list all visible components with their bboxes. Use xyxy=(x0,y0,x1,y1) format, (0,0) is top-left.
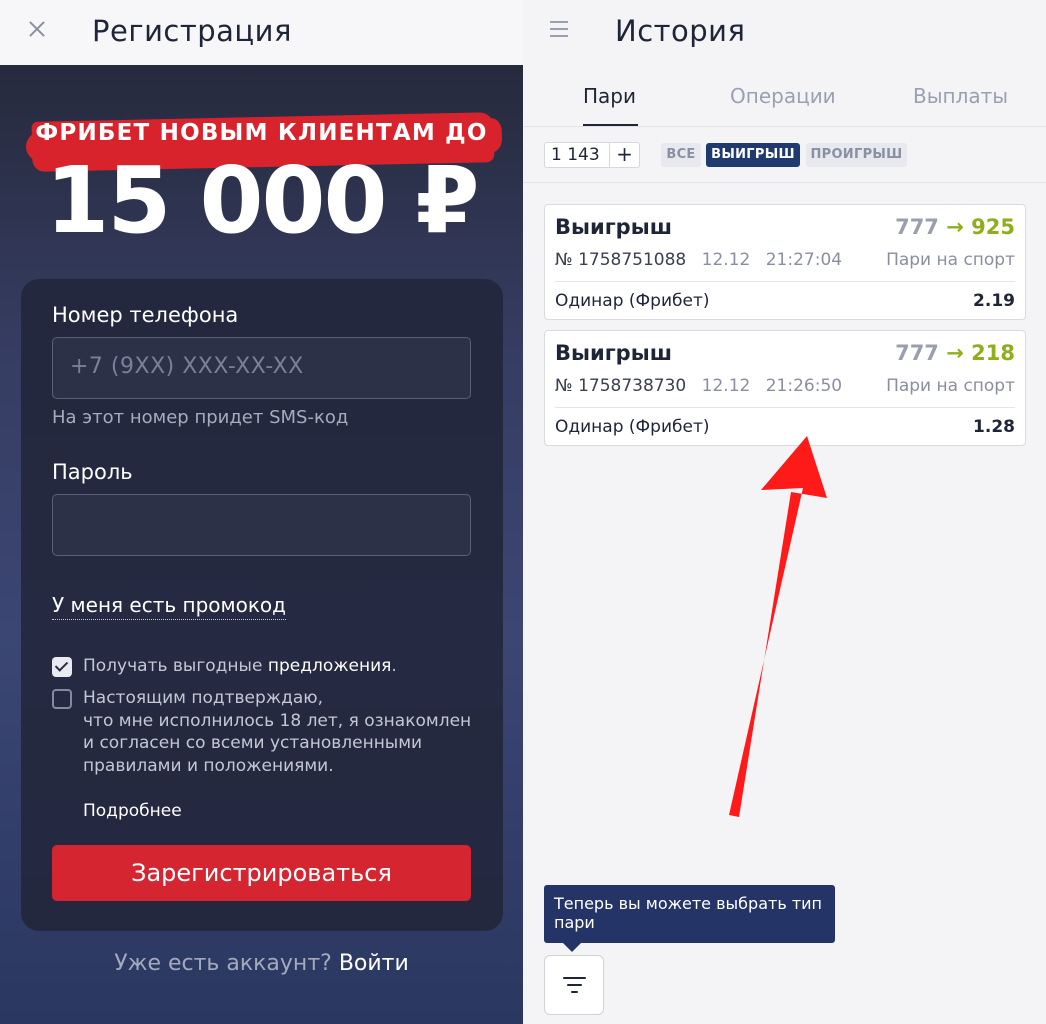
bet-counter: 1 143 + xyxy=(544,142,640,168)
register-button[interactable]: Зарегистрироваться xyxy=(52,845,471,901)
bet-date: 12.12 xyxy=(701,376,751,396)
filter-icon[interactable] xyxy=(544,955,604,1015)
history-panel: История Пари Операции Выплаты 1 143 + ВС… xyxy=(523,0,1046,1024)
bet-payout: 925 xyxy=(971,215,1015,239)
filter-chip-loss[interactable]: ПРОИГРЫШ xyxy=(806,143,907,167)
bet-payout: 218 xyxy=(971,341,1015,365)
app-root: Регистрация ФРИБЕТ НОВЫМ КЛИЕНТАМ ДО 15 … xyxy=(0,0,1046,1024)
hamburger-menu-icon[interactable] xyxy=(550,21,568,37)
password-input[interactable] xyxy=(52,494,471,556)
page-title: История xyxy=(615,14,746,48)
phone-label: Номер телефона xyxy=(52,303,239,327)
bet-stake: 777 xyxy=(895,341,939,365)
divider xyxy=(523,182,1046,183)
plus-button[interactable]: + xyxy=(609,143,640,167)
card-divider xyxy=(555,281,1015,282)
offers-checkbox[interactable] xyxy=(52,657,72,677)
filter-chip-all[interactable]: ВСЕ xyxy=(661,143,701,167)
promo-banner: ФРИБЕТ НОВЫМ КЛИЕНТАМ ДО 15 000 ₽ Номер … xyxy=(0,65,523,1024)
age-confirm-line: правилами и положениями. xyxy=(83,755,334,776)
bet-card[interactable]: Выигрыш 777 → 218 № 1758738730 12.12 21:… xyxy=(544,330,1026,446)
password-label: Пароль xyxy=(52,460,133,484)
bet-meta: № 1758738730 12.12 21:26:50 xyxy=(555,376,842,396)
bet-date: 12.12 xyxy=(701,250,751,270)
bet-card[interactable]: Выигрыш 777 → 925 № 1758751088 12.12 21:… xyxy=(544,204,1026,320)
bet-status: Выигрыш xyxy=(555,341,673,365)
registration-form: Номер телефона +7 (9XX) XXX-XX-XX На это… xyxy=(21,279,503,931)
login-prompt: Уже есть аккаунт? Войти xyxy=(0,951,523,976)
bet-coefficient: 1.28 xyxy=(973,417,1015,437)
promocode-link[interactable]: У меня есть промокод xyxy=(52,593,286,620)
feature-tooltip: Теперь вы можете выбрать тип пари xyxy=(544,885,835,952)
offers-text-suffix: . xyxy=(391,656,397,676)
arrow-right-icon: → xyxy=(946,215,964,239)
promo-headline: ФРИБЕТ НОВЫМ КЛИЕНТАМ ДО xyxy=(35,120,488,146)
phone-input[interactable]: +7 (9XX) XXX-XX-XX xyxy=(52,337,471,399)
filter-chip-win[interactable]: ВЫИГРЫШ xyxy=(706,143,800,167)
bet-time: 21:26:50 xyxy=(765,376,843,396)
promo-amount: 15 000 ₽ xyxy=(45,147,479,254)
age-confirm-line: что мне исполнилось 18 лет, я ознакомлен xyxy=(83,710,472,731)
bet-number: № 1758738730 xyxy=(555,376,687,396)
bet-kind: Одинар (Фрибет) xyxy=(555,417,710,437)
divider xyxy=(523,126,1046,127)
more-details-link[interactable]: Подробнее xyxy=(83,801,182,821)
bet-amounts: 777 → 925 xyxy=(895,215,1015,239)
counter-value: 1 143 xyxy=(551,145,600,165)
bet-coefficient: 2.19 xyxy=(973,291,1015,311)
registration-header: Регистрация xyxy=(0,0,523,65)
bet-time: 21:27:04 xyxy=(765,250,843,270)
bet-type: Пари на спорт xyxy=(886,376,1015,396)
phone-hint: На этот номер придет SMS-код xyxy=(52,407,349,428)
page-title: Регистрация xyxy=(92,14,292,48)
login-link[interactable]: Войти xyxy=(339,951,409,976)
card-divider xyxy=(555,407,1015,408)
bet-status: Выигрыш xyxy=(555,215,673,239)
history-tabs: Пари Операции Выплаты xyxy=(523,84,1046,127)
arrow-right-icon: → xyxy=(946,341,964,365)
offers-checkbox-label: Получать выгодные предложения. xyxy=(83,655,397,678)
bet-meta: № 1758751088 12.12 21:27:04 xyxy=(555,250,842,270)
bet-stake: 777 xyxy=(895,215,939,239)
bet-type: Пари на спорт xyxy=(886,250,1015,270)
age-confirm-line: и согласен со всеми установленными xyxy=(83,733,423,753)
tab-operations[interactable]: Операции xyxy=(730,84,836,108)
bet-amounts: 777 → 218 xyxy=(895,341,1015,365)
tab-payouts[interactable]: Выплаты xyxy=(913,84,1008,108)
login-prompt-text: Уже есть аккаунт? xyxy=(114,951,332,976)
age-confirm-checkbox[interactable] xyxy=(52,689,72,709)
offers-text-highlight: предложения xyxy=(267,656,392,676)
age-confirm-label: Настоящим подтверждаю, что мне исполнило… xyxy=(83,687,471,777)
age-confirm-line: Настоящим подтверждаю, xyxy=(83,688,324,708)
tab-bets[interactable]: Пари xyxy=(583,84,636,108)
offers-text-prefix: Получать выгодные xyxy=(83,656,268,676)
bet-kind: Одинар (Фрибет) xyxy=(555,291,710,311)
bet-number: № 1758751088 xyxy=(555,250,687,270)
close-icon[interactable] xyxy=(24,16,50,42)
registration-panel: Регистрация ФРИБЕТ НОВЫМ КЛИЕНТАМ ДО 15 … xyxy=(0,0,523,1024)
phone-placeholder: +7 (9XX) XXX-XX-XX xyxy=(70,354,304,379)
